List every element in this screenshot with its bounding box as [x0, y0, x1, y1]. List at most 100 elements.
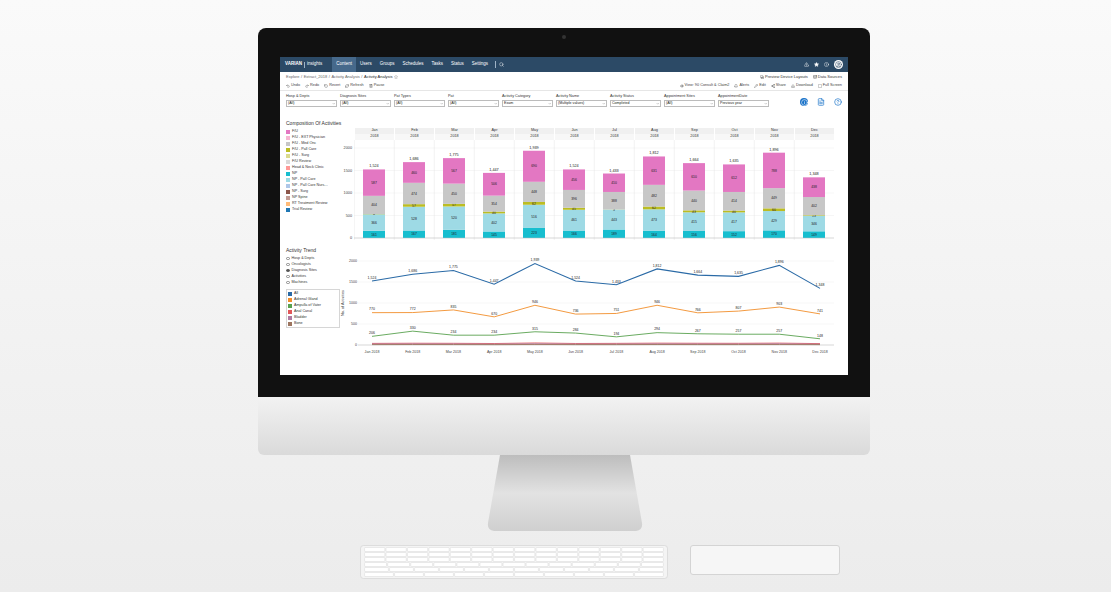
key[interactable] — [635, 573, 664, 577]
bar-segment[interactable] — [403, 207, 425, 231]
bar-segment[interactable] — [363, 231, 385, 238]
bar-segment[interactable] — [403, 162, 425, 183]
key[interactable] — [455, 573, 484, 577]
key[interactable] — [536, 548, 556, 552]
bar-segment[interactable] — [443, 230, 465, 238]
filter-dropdown[interactable]: (All) — [664, 100, 715, 107]
bar-segment[interactable] — [363, 169, 385, 195]
toolbar-button[interactable]: Download — [791, 83, 813, 89]
toolbar-button[interactable]: View: 90 Consult & Claim2 — [680, 83, 730, 89]
filter-dropdown[interactable]: (All) — [340, 100, 391, 107]
legend-item[interactable]: NP — [286, 171, 340, 176]
key[interactable] — [557, 553, 577, 557]
key[interactable] — [515, 548, 535, 552]
bar-segment[interactable] — [683, 231, 705, 238]
legend-item[interactable]: NP - Pall Care Nurs… — [286, 183, 340, 188]
toolbar-button[interactable]: Undo — [286, 83, 300, 89]
nav-tab[interactable]: Status — [447, 57, 468, 72]
key[interactable] — [434, 563, 456, 567]
bar-segment[interactable] — [363, 196, 385, 214]
view-option[interactable]: Machines — [286, 280, 340, 285]
key[interactable] — [429, 553, 449, 557]
toolbar-button[interactable]: Refresh — [345, 83, 363, 89]
bar-segment[interactable] — [483, 173, 505, 196]
view-option[interactable]: Activities — [286, 274, 340, 279]
key[interactable] — [600, 548, 620, 552]
bar-segment[interactable] — [803, 197, 825, 215]
key[interactable] — [643, 548, 663, 552]
trend-line[interactable] — [372, 344, 820, 345]
key[interactable] — [493, 553, 513, 557]
nav-tab[interactable]: Settings — [468, 57, 492, 72]
bar-segment[interactable] — [763, 153, 785, 188]
key[interactable] — [407, 558, 427, 562]
bar-segment[interactable] — [803, 231, 825, 238]
bar-segment[interactable] — [763, 211, 785, 230]
key[interactable] — [493, 548, 513, 552]
view-option[interactable]: Hosp & Depts — [286, 256, 340, 261]
key[interactable] — [579, 548, 599, 552]
key[interactable] — [365, 573, 394, 577]
bar-segment[interactable] — [643, 207, 665, 210]
document-icon[interactable] — [817, 98, 825, 106]
key[interactable] — [388, 563, 410, 567]
legend-item[interactable]: All — [288, 291, 338, 296]
bar-segment[interactable] — [803, 216, 825, 232]
bar-segment[interactable] — [723, 231, 745, 238]
toolbar-button[interactable]: Pause — [369, 83, 385, 89]
trend-line[interactable] — [372, 342, 820, 344]
legend-item[interactable]: F/U - Pall Care — [286, 147, 340, 152]
bar-segment[interactable] — [483, 231, 505, 238]
bar-segment[interactable] — [523, 151, 545, 182]
bar-segment[interactable] — [523, 202, 545, 205]
key[interactable] — [365, 548, 385, 552]
bar-segment[interactable] — [443, 206, 465, 229]
key[interactable] — [407, 553, 427, 557]
key[interactable] — [386, 553, 406, 557]
key[interactable] — [622, 553, 642, 557]
legend-item[interactable]: Trial Review — [286, 207, 340, 212]
bar-segment[interactable] — [563, 231, 585, 238]
legend-item[interactable]: Ampulla of Vater — [288, 303, 338, 308]
bar-segment[interactable] — [603, 174, 625, 192]
key[interactable] — [526, 563, 548, 567]
bar-segment[interactable] — [643, 209, 665, 230]
key[interactable] — [365, 558, 385, 562]
trend-line[interactable] — [372, 264, 820, 289]
key[interactable] — [642, 563, 664, 567]
legend-item[interactable]: F/U - Surg — [286, 153, 340, 158]
info-icon[interactable] — [824, 62, 829, 67]
view-option[interactable]: Oncologists — [286, 262, 340, 267]
key[interactable] — [480, 563, 502, 567]
bar-segment[interactable] — [443, 184, 465, 204]
bar-segment[interactable] — [563, 169, 585, 190]
legend-item[interactable]: Bladder — [288, 315, 338, 320]
toolbar-button[interactable]: Share — [771, 83, 786, 89]
key[interactable] — [572, 563, 594, 567]
bar-segment[interactable] — [523, 182, 545, 202]
key[interactable] — [472, 553, 492, 557]
key[interactable] — [450, 548, 470, 552]
key[interactable] — [457, 563, 479, 567]
bar-segment[interactable] — [603, 210, 625, 230]
key[interactable] — [485, 573, 514, 577]
bar-segment[interactable] — [403, 183, 425, 204]
nav-tab[interactable]: Schedules — [398, 57, 427, 72]
key[interactable] — [515, 553, 535, 557]
key[interactable] — [579, 558, 599, 562]
key[interactable] — [503, 563, 525, 567]
breadcrumb-link[interactable]: Preview Device Layouts — [760, 74, 808, 80]
key[interactable] — [415, 568, 439, 572]
bar-segment[interactable] — [603, 229, 625, 238]
key[interactable] — [600, 558, 620, 562]
key[interactable] — [549, 563, 571, 567]
bar-segment[interactable] — [763, 208, 785, 211]
bar-segment[interactable] — [483, 213, 505, 231]
logo[interactable]: VARIANinsights — [285, 62, 322, 68]
toolbar-button[interactable]: Full Screen — [818, 83, 842, 89]
key[interactable] — [450, 558, 470, 562]
bar-segment[interactable] — [643, 156, 665, 184]
bar-segment[interactable] — [683, 191, 705, 211]
breadcrumb-item[interactable]: Activity Analysis — [364, 74, 392, 80]
key[interactable] — [579, 553, 599, 557]
